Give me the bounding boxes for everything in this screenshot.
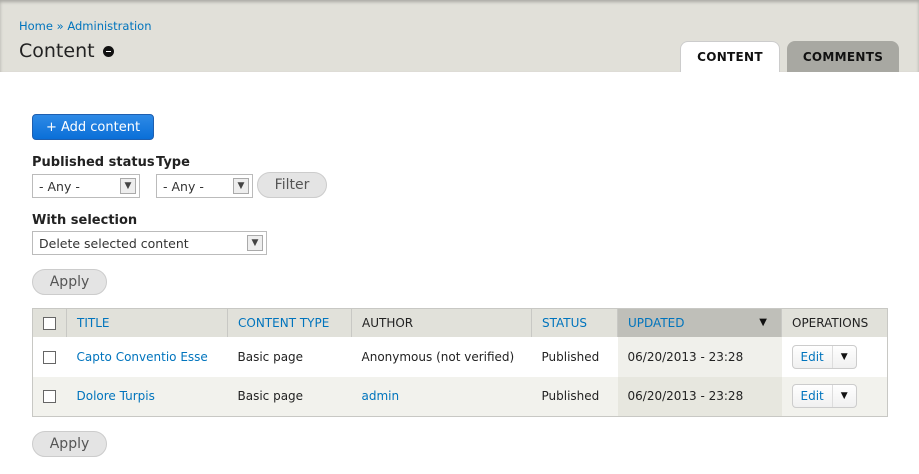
add-content-button[interactable]: + Add content	[32, 114, 154, 140]
row-checkbox[interactable]	[43, 350, 56, 364]
dropdown-toggle-icon[interactable]: ▼	[831, 345, 856, 368]
author-link[interactable]: admin	[362, 389, 400, 403]
sort-updated-link[interactable]: UPDATED	[628, 316, 684, 330]
breadcrumb: Home » Administration	[19, 19, 151, 33]
table-row: Capto Conventio Esse Basic page Anonymou…	[33, 336, 888, 377]
title-link[interactable]: Dolore Turpis	[77, 389, 155, 403]
content-type-cell: Basic page	[227, 376, 352, 417]
header-author: AUTHOR	[351, 308, 532, 337]
title-cell: Dolore Turpis	[66, 376, 228, 417]
sort-title-link[interactable]: TITLE	[77, 316, 109, 330]
edit-button[interactable]: Edit	[793, 346, 832, 368]
chevron-down-icon: ▼	[247, 235, 263, 251]
page-title-text: Content	[19, 40, 95, 62]
author-cell: admin	[351, 376, 532, 417]
published-status-value: - Any -	[39, 179, 80, 194]
header-updated[interactable]: UPDATED ▼	[617, 308, 782, 337]
edit-button[interactable]: Edit	[793, 385, 832, 407]
row-select-cell	[33, 337, 67, 377]
content-type-cell: Basic page	[237, 349, 304, 364]
table-header-row: TITLE CONTENT TYPE AUTHOR STATUS UPDATED…	[32, 308, 888, 337]
operations-dropbutton: Edit ▼	[791, 384, 857, 409]
sort-status-link[interactable]: STATUS	[542, 316, 587, 330]
chevron-down-icon: ▼	[233, 178, 249, 194]
status-cell: Published	[531, 376, 618, 417]
author-cell: Anonymous (not verified)	[361, 349, 515, 364]
header-title[interactable]: TITLE	[66, 308, 228, 337]
table-row: Dolore Turpis Basic page admin Published…	[32, 376, 888, 417]
updated-cell: 06/20/2013 - 23:28	[617, 336, 782, 377]
published-status-select[interactable]: - Any - ▼	[32, 174, 140, 198]
dropdown-toggle-icon[interactable]: ▼	[831, 385, 856, 408]
row-checkbox[interactable]	[43, 390, 56, 404]
breadcrumb-home[interactable]: Home	[19, 19, 53, 33]
sort-descending-icon: ▼	[759, 317, 767, 328]
with-selection-label: With selection	[32, 213, 138, 228]
status-cell: Published	[541, 349, 600, 364]
bulk-action-value: Delete selected content	[39, 236, 189, 251]
select-all-cell	[32, 308, 67, 337]
header-status[interactable]: STATUS	[531, 308, 618, 337]
apply-button-bottom[interactable]: Apply	[32, 431, 107, 457]
published-status-label: Published status	[32, 155, 155, 170]
updated-cell: 06/20/2013 - 23:28	[617, 376, 782, 417]
page-title: Content	[19, 40, 114, 62]
sort-content-type-link[interactable]: CONTENT TYPE	[238, 316, 329, 330]
header-operations: OPERATIONS	[781, 308, 888, 337]
remove-shortcut-icon[interactable]	[102, 45, 114, 57]
breadcrumb-administration[interactable]: Administration	[67, 19, 151, 33]
tab-content[interactable]: CONTENT	[680, 41, 780, 72]
operations-cell: Edit ▼	[782, 337, 888, 377]
apply-button-top[interactable]: Apply	[32, 269, 107, 295]
breadcrumb-separator: »	[52, 19, 68, 33]
operations-dropbutton: Edit ▼	[791, 344, 857, 369]
bulk-action-select[interactable]: Delete selected content ▼	[32, 231, 267, 255]
page-header: Home » Administration Content CONTENT CO…	[0, 0, 919, 72]
title-link[interactable]: Capto Conventio Esse	[77, 350, 208, 364]
header-content-type[interactable]: CONTENT TYPE	[227, 308, 352, 337]
type-select[interactable]: - Any - ▼	[156, 174, 253, 198]
row-select-cell	[32, 376, 67, 417]
title-cell: Capto Conventio Esse	[67, 337, 228, 377]
operations-cell: Edit ▼	[781, 376, 888, 417]
tab-comments[interactable]: COMMENTS	[787, 41, 899, 72]
filter-button[interactable]: Filter	[257, 172, 327, 198]
type-value: - Any -	[163, 179, 204, 194]
chevron-down-icon: ▼	[120, 178, 136, 194]
content-table: TITLE CONTENT TYPE AUTHOR STATUS UPDATED…	[32, 308, 888, 417]
select-all-checkbox[interactable]	[43, 316, 56, 330]
type-label: Type	[156, 155, 190, 170]
